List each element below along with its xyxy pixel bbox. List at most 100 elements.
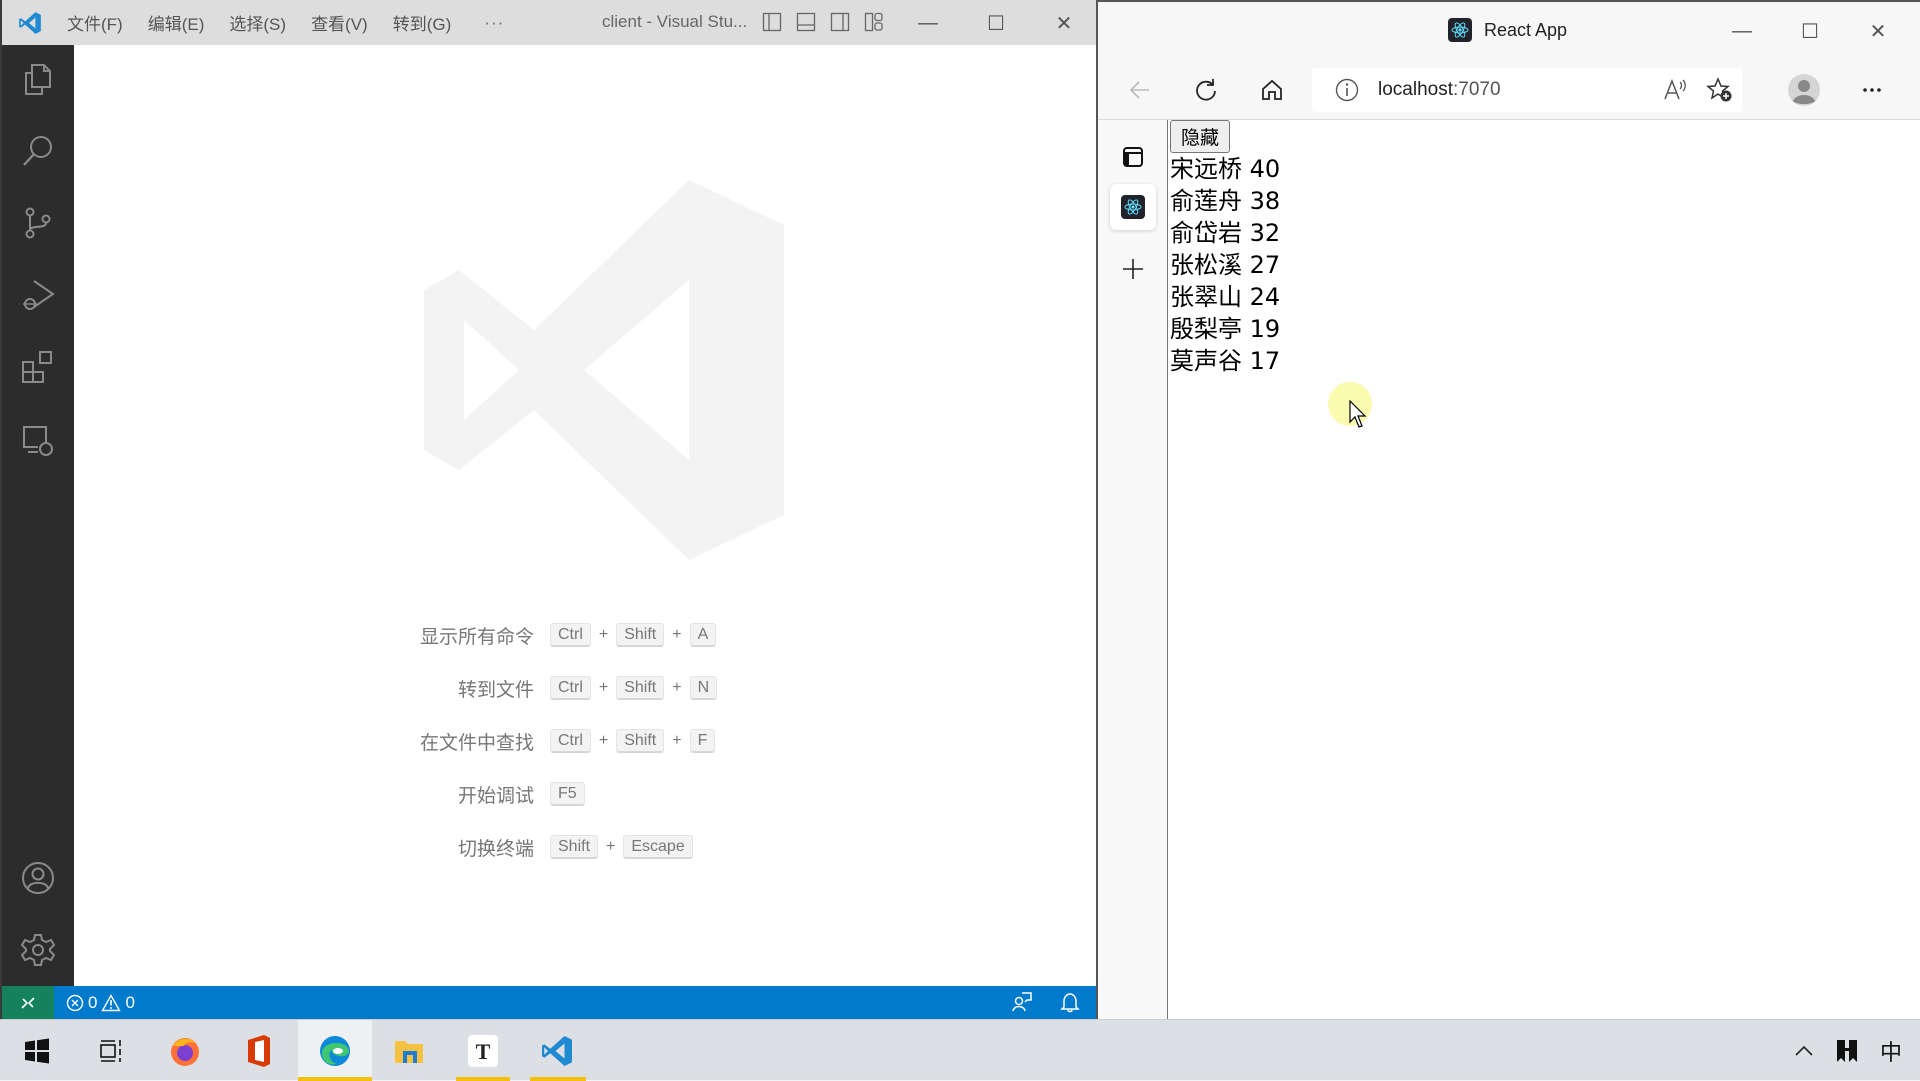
profile-avatar-icon [1788, 74, 1820, 106]
error-count: 0 [88, 992, 98, 1012]
person-name: 俞岱岩 [1170, 219, 1242, 247]
key-separator: + [672, 626, 682, 643]
run-debug-icon[interactable] [20, 277, 56, 313]
ime-language-indicator[interactable]: 中 [1880, 1035, 1902, 1067]
remote-explorer-icon[interactable] [20, 421, 56, 457]
taskbar-file-explorer[interactable] [372, 1020, 446, 1081]
extensions-icon[interactable] [20, 349, 56, 385]
person-list-item: 张松溪 27 [1170, 249, 1918, 281]
url-host: localhost [1378, 79, 1453, 100]
active-app-indicator [298, 1077, 372, 1081]
page-content: 隐藏 宋远桥 40 俞莲舟 38 俞岱岩 32 张松溪 27 张翠山 24 殷梨亭 19 莫… [1168, 120, 1920, 1019]
taskbar-firefox[interactable] [148, 1020, 222, 1081]
edge-titlebar: React App — ☐ ✕ [1098, 2, 1920, 60]
back-button[interactable] [1122, 72, 1158, 108]
ime-mode-icon[interactable] [1836, 1039, 1858, 1063]
edge-maximize-button[interactable]: ☐ [1776, 16, 1844, 46]
vscode-minimize-button[interactable]: — [894, 8, 962, 38]
remote-indicator-button[interactable] [2, 986, 54, 1019]
person-age: 40 [1249, 155, 1281, 183]
explorer-icon[interactable] [20, 61, 56, 97]
tab-react-app[interactable]: React App [1448, 18, 1567, 42]
shortcut-label: 转到文件 [457, 679, 534, 701]
task-view-icon [100, 1039, 121, 1062]
plus-icon [1123, 259, 1143, 279]
customize-layout-icon[interactable] [864, 12, 884, 32]
settings-more-button[interactable] [1854, 72, 1890, 108]
status-bar: 0 0 [2, 986, 1096, 1019]
vscode-titlebar: 文件(F) 编辑(E) 选择(S) 查看(V) 转到(G) ··· client… [2, 0, 1096, 45]
menu-more-button[interactable]: ··· [484, 13, 504, 33]
live-share-feedback-icon[interactable] [1011, 991, 1033, 1013]
person-list-item: 俞莲舟 38 [1170, 185, 1918, 217]
keybinding-key: A [689, 623, 717, 647]
toggle-panel-icon[interactable] [796, 12, 816, 32]
menu-view[interactable]: 查看(V) [311, 10, 368, 35]
search-icon[interactable] [20, 133, 56, 169]
person-list-item: 张翠山 24 [1170, 281, 1918, 313]
new-tab-button[interactable] [1110, 246, 1156, 292]
settings-gear-icon[interactable] [20, 932, 56, 968]
menu-selection[interactable]: 选择(S) [229, 10, 286, 35]
edge-window: React App — ☐ ✕ localhost:7070 隐藏 宋远桥 40… [1096, 0, 1920, 1019]
vscode-maximize-button[interactable]: ☐ [962, 8, 1030, 38]
source-control-icon[interactable] [20, 205, 56, 241]
url-port: :7070 [1453, 79, 1501, 100]
hide-button[interactable]: 隐藏 [1170, 120, 1231, 153]
person-age: 19 [1249, 315, 1281, 343]
vscode-close-button[interactable]: ✕ [1030, 8, 1098, 38]
typora-icon: T [468, 1034, 498, 1067]
key-separator: + [606, 838, 616, 855]
toggle-secondary-sidebar-icon[interactable] [830, 12, 850, 32]
taskbar-typora[interactable]: T [446, 1020, 520, 1081]
show-hidden-icons-chevron-icon[interactable] [1794, 1044, 1814, 1058]
edge-minimize-button[interactable]: — [1708, 16, 1776, 46]
keybinding-key: Shift [616, 729, 665, 753]
shortcut-label: 在文件中查找 [419, 732, 534, 754]
refresh-button[interactable] [1188, 72, 1224, 108]
vertical-tabs-sidebar [1098, 120, 1168, 1019]
menu-edit[interactable]: 编辑(E) [148, 10, 205, 35]
vscode-logo-icon [19, 11, 41, 34]
person-list-item: 宋远桥 40 [1170, 153, 1918, 185]
tab-title: React App [1484, 19, 1568, 40]
person-age: 38 [1249, 187, 1281, 215]
vscode-icon [542, 1035, 572, 1066]
edge-close-button[interactable]: ✕ [1844, 16, 1912, 46]
menu-go[interactable]: 转到(G) [393, 10, 452, 35]
home-button[interactable] [1254, 72, 1290, 108]
person-name: 殷梨亭 [1170, 315, 1242, 343]
taskbar-edge[interactable] [298, 1020, 372, 1081]
person-list-item: 殷梨亭 19 [1170, 313, 1918, 345]
keybinding-key: Shift [616, 676, 665, 700]
remote-icon [21, 996, 35, 1009]
home-icon [1262, 79, 1282, 100]
start-button[interactable] [0, 1020, 74, 1081]
tab-actions-button[interactable] [1110, 134, 1156, 180]
edge-toolbar: localhost:7070 [1098, 60, 1920, 120]
add-favorite-icon[interactable] [1706, 76, 1734, 104]
problems-indicator[interactable]: 0 0 [66, 993, 135, 1013]
profile-button[interactable] [1786, 72, 1822, 108]
key-separator: + [598, 626, 609, 643]
toggle-primary-sidebar-icon[interactable] [762, 12, 782, 32]
accounts-icon[interactable] [20, 860, 56, 896]
address-bar[interactable]: localhost:7070 [1312, 68, 1742, 112]
key-separator: + [672, 679, 682, 696]
person-list-item: 莫声谷 17 [1170, 345, 1918, 377]
person-name: 张翠山 [1170, 283, 1242, 311]
site-info-icon[interactable] [1334, 77, 1360, 103]
keybinding-key: N [689, 676, 718, 700]
person-age: 32 [1249, 219, 1281, 247]
menu-file[interactable]: 文件(F) [67, 10, 123, 35]
task-view-button[interactable] [74, 1020, 148, 1081]
people-list: 宋远桥 40 俞莲舟 38 俞岱岩 32 张松溪 27 张翠山 24 殷梨亭 19 莫声谷 … [1170, 153, 1918, 377]
person-age: 17 [1249, 347, 1281, 375]
vertical-tab-react-app[interactable] [1110, 184, 1156, 230]
url-text[interactable]: localhost:7070 [1378, 79, 1501, 101]
notifications-bell-icon[interactable] [1059, 991, 1081, 1013]
read-aloud-icon[interactable] [1662, 77, 1688, 103]
taskbar-office[interactable] [222, 1020, 296, 1081]
taskbar-vscode[interactable] [520, 1020, 594, 1081]
back-arrow-icon [1129, 81, 1149, 99]
